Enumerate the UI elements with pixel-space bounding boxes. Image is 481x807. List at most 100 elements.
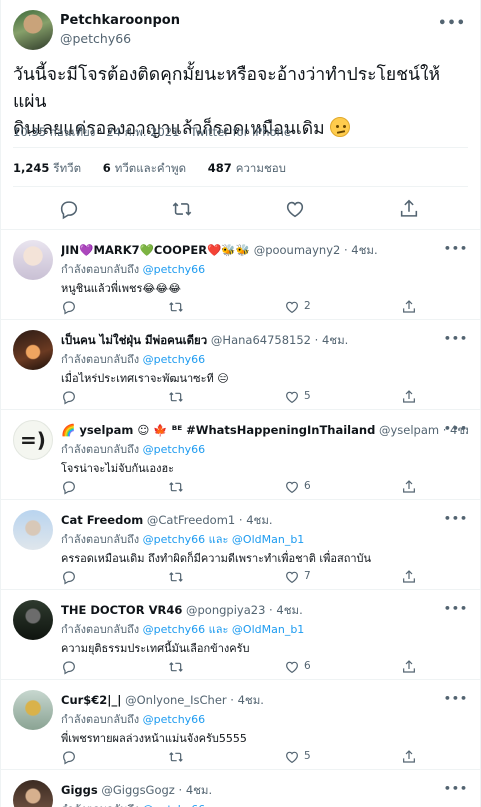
retweet-icon[interactable] [168, 389, 184, 405]
more-options-icon[interactable]: ••• [444, 512, 468, 525]
like-icon[interactable] [284, 749, 300, 765]
reply-time[interactable]: 4ชม. [186, 783, 212, 797]
like-icon[interactable] [284, 479, 300, 495]
share-icon[interactable] [398, 198, 420, 220]
reply-avatar[interactable] [13, 510, 53, 550]
tweet-text-line-1: วันนี้จะมีโจรต้องติดคุกมั้ยนะหรือจะอ้างว… [13, 65, 441, 112]
share-icon[interactable] [401, 569, 417, 585]
reply-author-name[interactable]: Cur$€2|_| [61, 693, 121, 707]
like-icon[interactable] [284, 198, 306, 220]
reply-tweet[interactable]: =) 🌈 yselpam ☺ 🍁 ᴮᴱ #WhatsHappeningInThai… [1, 409, 480, 499]
reply-author-handle[interactable]: @GiggsGogz [101, 783, 174, 797]
reply-tweet[interactable]: Giggs @GiggsGogz · 4ชม.•••กำลังตอบกลับถึ… [1, 769, 480, 807]
reply-author-handle[interactable]: @yselpam [379, 423, 439, 437]
reply-author-handle[interactable]: @Onlyone_IsCher [125, 693, 227, 707]
reply-time[interactable]: 4ชม. [238, 693, 264, 707]
reply-icon[interactable] [61, 389, 77, 405]
reply-time[interactable]: 4ชม. [351, 243, 377, 257]
retweet-icon[interactable] [171, 198, 193, 220]
retweet-icon[interactable] [168, 659, 184, 675]
share-icon[interactable] [401, 659, 417, 675]
like-icon[interactable] [284, 659, 300, 675]
mention-link[interactable]: @petchy66 [143, 623, 206, 636]
reply-avatar[interactable]: =) [13, 420, 53, 460]
reply-header: Cat Freedom @CatFreedom1 · 4ชม. [61, 512, 468, 530]
reply-avatar[interactable] [13, 780, 53, 807]
share-icon[interactable] [401, 299, 417, 315]
reply-actions: 6 [61, 479, 441, 499]
reply-tweet[interactable]: เป็นคน ไม่ใช่ฝุ่น มีพ่อคนเดียว @Hana6475… [1, 319, 480, 409]
more-options-icon[interactable]: ••• [444, 422, 468, 435]
reply-tweet[interactable]: JIN💜MARK7💚COOPER❤️🐝🐝 @pooumayny2 · 4ชม. •… [1, 229, 480, 319]
reply-icon[interactable] [61, 299, 77, 315]
avatar[interactable] [13, 10, 53, 50]
reply-author-handle[interactable]: @Hana64758152 [211, 333, 311, 347]
reply-time[interactable]: 4ชม. [246, 513, 272, 527]
separator-dot: · [340, 243, 352, 257]
reply-avatar[interactable] [13, 240, 53, 280]
more-options-icon[interactable]: ••• [444, 242, 468, 255]
reply-author-handle[interactable]: @pooumayny2 [254, 243, 341, 257]
reply-author-handle[interactable]: @pongpiya23 [186, 603, 265, 617]
reply-icon[interactable] [61, 659, 77, 675]
retweet-icon[interactable] [168, 569, 184, 585]
reply-author-name[interactable]: JIN💜MARK7💚COOPER❤️🐝🐝 [61, 243, 250, 257]
retweet-icon[interactable] [168, 479, 184, 495]
more-options-icon[interactable]: ••• [444, 692, 468, 705]
mention-link[interactable]: @petchy66 [143, 353, 206, 366]
reply-icon[interactable] [61, 479, 77, 495]
tweet-time[interactable]: 10:35 ก่อนเที่ยง [13, 125, 95, 139]
reply-time[interactable]: 4ชม. [276, 603, 302, 617]
reply-time[interactable]: 4ชม. [322, 333, 348, 347]
reply-icon[interactable] [61, 569, 77, 585]
reply-author-handle[interactable]: @CatFreedom1 [147, 513, 235, 527]
like-icon[interactable] [284, 389, 300, 405]
mention-link[interactable]: @OldMan_b1 [232, 533, 304, 546]
likes-stat[interactable]: 487 ความชอบ [208, 161, 286, 175]
reply-actions: 5 [61, 389, 441, 409]
reply-tweet[interactable]: Cat Freedom @CatFreedom1 · 4ชม. ••• กำลังต… [1, 499, 480, 589]
author-name[interactable]: Petchkaroonpon [60, 13, 180, 28]
more-options-icon[interactable]: ••• [438, 16, 466, 31]
share-icon[interactable] [401, 749, 417, 765]
mention-link[interactable]: @petchy66 [143, 263, 206, 276]
reply-tweet[interactable]: THE DOCTOR VR46 @pongpiya23 · 4ชม. ••• กำล… [1, 589, 480, 679]
reply-author-name[interactable]: Giggs [61, 783, 98, 797]
reply-actions: 7 [61, 569, 441, 589]
like-icon[interactable] [284, 299, 300, 315]
reply-author-name[interactable]: เป็นคน ไม่ใช่ฝุ่น มีพ่อคนเดียว [61, 333, 207, 347]
like-icon[interactable] [284, 569, 300, 585]
reply-author-name[interactable]: THE DOCTOR VR46 [61, 603, 182, 617]
main-tweet-header: Petchkaroonpon @petchy66 ••• [13, 10, 468, 54]
reply-tweet[interactable]: Cur$€2|_| @Onlyone_IsCher · 4ชม. ••• กำลัง… [1, 679, 480, 769]
replying-to: กำลังตอบกลับถึง @petchy66 และ @OldMan_b1 [61, 620, 304, 638]
more-options-icon[interactable]: ••• [444, 782, 468, 795]
reply-icon[interactable] [61, 749, 77, 765]
reply-text: หนูชินแล้วพี่เพชร😂😂😂 [61, 282, 181, 295]
mention-link[interactable]: @petchy66 [143, 443, 206, 456]
reply-icon[interactable] [58, 198, 80, 220]
tweet-source[interactable]: Twitter for iPhone [190, 125, 291, 139]
more-options-icon[interactable]: ••• [444, 602, 468, 615]
share-icon[interactable] [401, 389, 417, 405]
replying-to-label: กำลังตอบกลับถึง [61, 803, 143, 807]
mention-link[interactable]: @petchy66 [143, 803, 206, 807]
quotes-stat[interactable]: 6 ทวีตและคำพูด [103, 161, 186, 175]
retweet-icon[interactable] [168, 299, 184, 315]
tweet-date[interactable]: 24 ก.พ. 2021 [106, 125, 179, 139]
reply-text: ความยุติธรรมประเทศนี้มันเลือกข้างครับ [61, 642, 250, 655]
share-icon[interactable] [401, 479, 417, 495]
reply-header: JIN💜MARK7💚COOPER❤️🐝🐝 @pooumayny2 · 4ชม. [61, 242, 468, 260]
more-options-icon[interactable]: ••• [444, 332, 468, 345]
mention-link[interactable]: @petchy66 [143, 713, 206, 726]
retweets-stat[interactable]: 1,245 รีทวีต [13, 161, 81, 175]
reply-avatar[interactable] [13, 690, 53, 730]
reply-author-name[interactable]: Cat Freedom [61, 513, 143, 527]
reply-avatar[interactable] [13, 330, 53, 370]
retweet-icon[interactable] [168, 749, 184, 765]
mention-link[interactable]: @OldMan_b1 [232, 623, 304, 636]
author-handle[interactable]: @petchy66 [60, 31, 131, 46]
reply-author-name[interactable]: 🌈 yselpam ☺ 🍁 ᴮᴱ #WhatsHappeningInThaila… [61, 423, 375, 437]
reply-avatar[interactable] [13, 600, 53, 640]
mention-link[interactable]: @petchy66 [143, 533, 206, 546]
